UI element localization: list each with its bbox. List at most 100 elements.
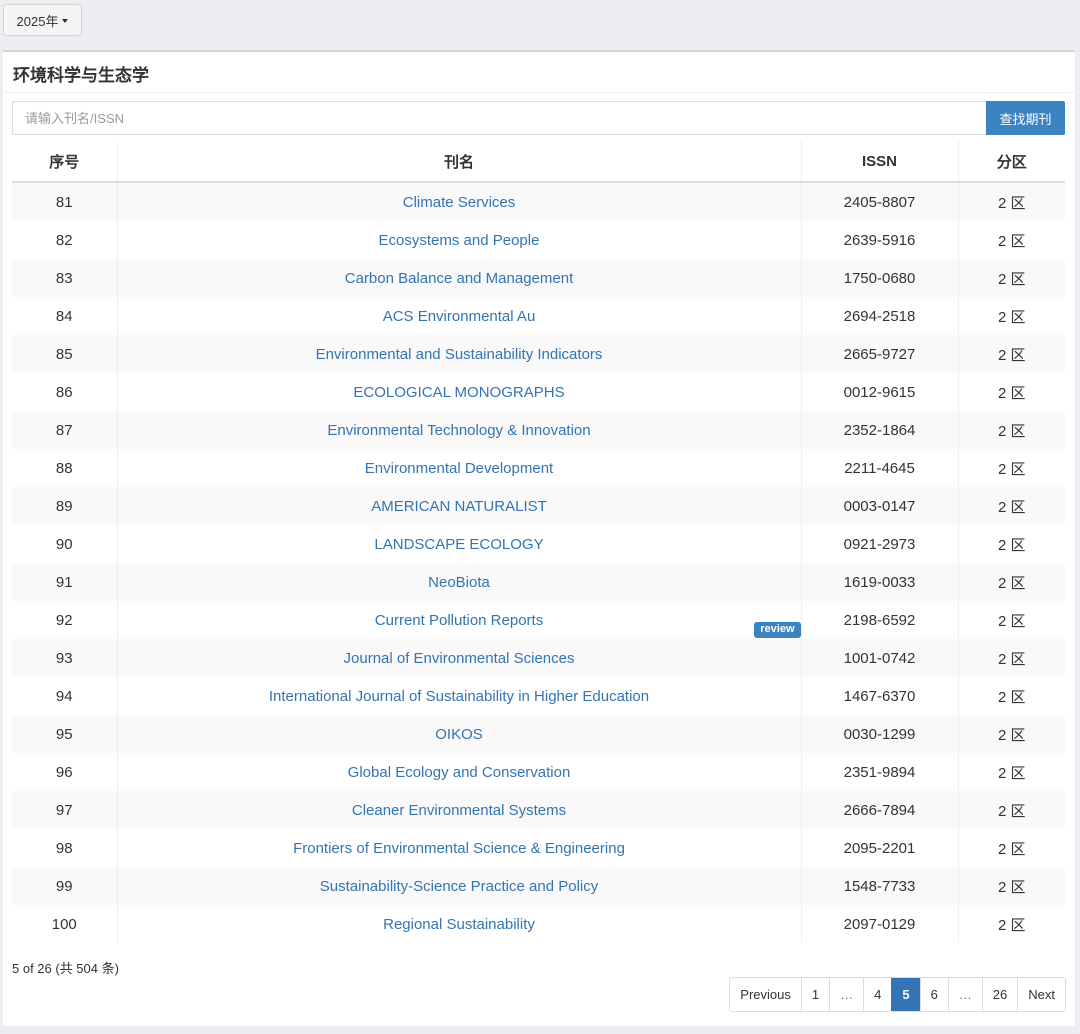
zone-cell: 2 区 xyxy=(958,411,1065,449)
zone-cell: 2 区 xyxy=(958,677,1065,715)
table-row: 82 Ecosystems and People 2639-5916 2 区 xyxy=(12,221,1065,259)
journal-name-link[interactable]: NeoBiota xyxy=(428,574,490,591)
year-dropdown[interactable]: 2025年 xyxy=(3,4,82,36)
journal-name-link[interactable]: Ecosystems and People xyxy=(379,232,540,249)
issn-cell: 2097-0129 xyxy=(801,905,959,943)
page-button-4[interactable]: 4 xyxy=(863,978,891,1011)
column-header-name: 刊名 xyxy=(117,141,802,183)
row-index: 97 xyxy=(12,791,118,829)
journal-name-cell: Frontiers of Environmental Science & Eng… xyxy=(117,829,802,867)
journal-name-cell: Regional Sustainability xyxy=(117,905,802,943)
row-index: 90 xyxy=(12,525,118,563)
search-button[interactable]: 查找期刊 xyxy=(986,101,1065,135)
journal-panel: 环境科学与生态学 查找期刊 序号 刊名 ISSN 分区 81 Climate Se… xyxy=(3,50,1075,1026)
table-row: 97 Cleaner Environmental Systems 2666-7894… xyxy=(12,791,1065,829)
column-header-index: 序号 xyxy=(12,141,118,183)
journal-name-cell: Journal of Environmental Sciences xyxy=(117,639,802,677)
zone-cell: 2 区 xyxy=(958,525,1065,563)
zone-cell: 2 区 xyxy=(958,601,1065,639)
journal-name-link[interactable]: International Journal of Sustainability … xyxy=(269,688,649,705)
row-index: 92 xyxy=(12,601,118,639)
issn-cell: 2666-7894 xyxy=(801,791,959,829)
zone-cell: 2 区 xyxy=(958,297,1065,335)
row-index: 100 xyxy=(12,905,118,943)
journal-name-cell: Cleaner Environmental Systems xyxy=(117,791,802,829)
journal-name-link[interactable]: Environmental and Sustainability Indicat… xyxy=(316,346,603,363)
table-row: 90 LANDSCAPE ECOLOGY 0921-2973 2 区 xyxy=(12,525,1065,563)
page-button-26[interactable]: 26 xyxy=(981,978,1017,1011)
journal-name-link[interactable]: LANDSCAPE ECOLOGY xyxy=(374,536,543,553)
journal-name-cell: AMERICAN NATURALIST xyxy=(117,487,802,525)
journal-name-cell: International Journal of Sustainability … xyxy=(117,677,802,715)
table-row: 84 ACS Environmental Au 2694-2518 2 区 xyxy=(12,297,1065,335)
journal-name-cell: Ecosystems and People xyxy=(117,221,802,259)
issn-cell: 1619-0033 xyxy=(801,563,959,601)
row-index: 94 xyxy=(12,677,118,715)
table-row: 94 International Journal of Sustainabilit… xyxy=(12,677,1065,715)
issn-cell: 2694-2518 xyxy=(801,297,959,335)
journal-name-link[interactable]: Regional Sustainability xyxy=(383,916,535,933)
journal-name-link[interactable]: Environmental Technology & Innovation xyxy=(327,422,590,439)
journal-name-cell: ECOLOGICAL MONOGRAPHS xyxy=(117,373,802,411)
journal-name-cell: Environmental Technology & Innovation xyxy=(117,411,802,449)
zone-cell: 2 区 xyxy=(958,373,1065,411)
zone-cell: 2 区 xyxy=(958,259,1065,297)
next-page-button[interactable]: Next xyxy=(1017,978,1065,1011)
page-button-1[interactable]: 1 xyxy=(800,978,829,1011)
issn-cell: 0012-9615 xyxy=(801,373,959,411)
page-button-current[interactable]: 5 xyxy=(891,978,920,1011)
journal-name-cell: OIKOS xyxy=(117,715,802,753)
table-row: 100 Regional Sustainability 2097-0129 2 区 xyxy=(12,905,1065,943)
zone-cell: 2 区 xyxy=(958,449,1065,487)
journal-name-link[interactable]: Journal of Environmental Sciences xyxy=(344,650,575,667)
journal-name-link[interactable]: Global Ecology and Conservation xyxy=(348,764,571,781)
journal-name-link[interactable]: Cleaner Environmental Systems xyxy=(352,802,566,819)
previous-page-button[interactable]: Previous xyxy=(730,978,801,1011)
table-row: 96 Global Ecology and Conservation 2351-98… xyxy=(12,753,1065,791)
column-header-issn: ISSN xyxy=(801,141,959,183)
zone-cell: 2 区 xyxy=(958,487,1065,525)
table-row: 99 Sustainability-Science Practice and Po… xyxy=(12,867,1065,905)
journal-name-link[interactable]: Sustainability-Science Practice and Poli… xyxy=(320,878,598,895)
table-row: 88 Environmental Development 2211-4645 2 区 xyxy=(12,449,1065,487)
journal-name-cell: Current Pollution Reports review xyxy=(117,601,802,639)
table-row: 81 Climate Services 2405-8807 2 区 xyxy=(12,182,1065,221)
issn-cell: 1548-7733 xyxy=(801,867,959,905)
issn-cell: 1001-0742 xyxy=(801,639,959,677)
row-index: 84 xyxy=(12,297,118,335)
table-row: 91 NeoBiota 1619-0033 2 区 xyxy=(12,563,1065,601)
search-input[interactable] xyxy=(12,101,988,135)
pagination-ellipsis: … xyxy=(829,978,863,1011)
issn-cell: 2665-9727 xyxy=(801,335,959,373)
title-divider xyxy=(3,92,1075,93)
row-index: 85 xyxy=(12,335,118,373)
review-badge: review xyxy=(754,622,801,638)
journal-name-link[interactable]: Environmental Development xyxy=(365,460,553,477)
row-index: 82 xyxy=(12,221,118,259)
journal-name-link[interactable]: Carbon Balance and Management xyxy=(345,270,574,287)
journal-name-link[interactable]: AMERICAN NATURALIST xyxy=(371,498,547,515)
journal-name-link[interactable]: Current Pollution Reports xyxy=(375,612,543,629)
issn-cell: 0921-2973 xyxy=(801,525,959,563)
table-row: 95 OIKOS 0030-1299 2 区 xyxy=(12,715,1065,753)
table-row: 86 ECOLOGICAL MONOGRAPHS 0012-9615 2 区 xyxy=(12,373,1065,411)
journal-name-link[interactable]: ECOLOGICAL MONOGRAPHS xyxy=(353,384,564,401)
caret-down-icon xyxy=(62,18,69,23)
journal-name-link[interactable]: Climate Services xyxy=(403,194,516,211)
zone-cell: 2 区 xyxy=(958,829,1065,867)
journal-name-cell: NeoBiota xyxy=(117,563,802,601)
panel-title: 环境科学与生态学 xyxy=(13,66,149,85)
row-index: 93 xyxy=(12,639,118,677)
page-button-6[interactable]: 6 xyxy=(919,978,948,1011)
issn-cell: 0030-1299 xyxy=(801,715,959,753)
journal-name-cell: Environmental and Sustainability Indicat… xyxy=(117,335,802,373)
journal-name-link[interactable]: ACS Environmental Au xyxy=(383,308,536,325)
table-row: 98 Frontiers of Environmental Science & E… xyxy=(12,829,1065,867)
pagination-info: 5 of 26 (共 504 条) xyxy=(12,961,119,976)
zone-cell: 2 区 xyxy=(958,715,1065,753)
zone-cell: 2 区 xyxy=(958,753,1065,791)
journal-name-cell: LANDSCAPE ECOLOGY xyxy=(117,525,802,563)
journal-name-link[interactable]: Frontiers of Environmental Science & Eng… xyxy=(293,840,625,857)
zone-cell: 2 区 xyxy=(958,563,1065,601)
journal-name-link[interactable]: OIKOS xyxy=(435,726,483,743)
